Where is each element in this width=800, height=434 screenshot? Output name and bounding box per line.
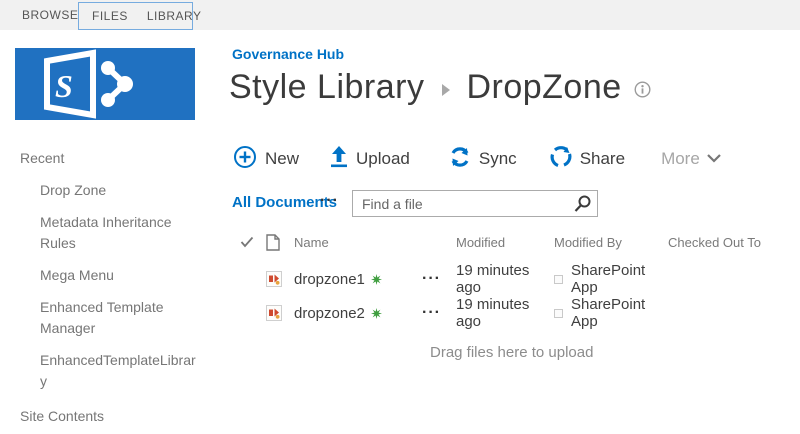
new-item-star-icon	[370, 273, 382, 285]
sync-button-label: Sync	[478, 149, 517, 168]
tab-browse[interactable]: BROWSE	[22, 0, 78, 30]
document-toolbar: New Upload Sync Share More	[233, 145, 721, 174]
modified-by-label: SharePoint App	[571, 296, 646, 330]
search-icon[interactable]	[574, 195, 591, 218]
table-header-row: Name Modified Modified By Checked Out To	[240, 230, 796, 254]
table-row: dropzone2 ··· 19 minutes ago SharePoint …	[240, 296, 796, 330]
share-circle-icon	[550, 145, 572, 173]
title-library-link[interactable]: Style Library	[229, 68, 424, 107]
sync-button[interactable]: Sync	[449, 146, 517, 173]
sidebar-item-mega-menu[interactable]: Mega Menu	[40, 265, 200, 286]
info-icon[interactable]	[634, 80, 651, 103]
upload-arrow-icon	[330, 145, 348, 173]
column-header-modified[interactable]: Modified	[456, 235, 554, 250]
webpart-file-icon	[266, 271, 294, 287]
column-header-modified-by[interactable]: Modified By	[554, 235, 668, 250]
presence-indicator-icon	[554, 274, 563, 284]
sharepoint-logo[interactable]: S	[15, 48, 195, 120]
share-button-label: Share	[579, 149, 626, 168]
recent-heading: Recent	[20, 150, 65, 166]
view-more-ellipsis[interactable]: ···	[320, 192, 339, 210]
new-button-label: New	[265, 149, 300, 168]
select-all-check-icon[interactable]	[240, 236, 266, 248]
breadcrumb-arrow-icon	[442, 83, 451, 96]
table-row: dropzone1 ··· 19 minutes ago SharePoint …	[240, 262, 796, 296]
contextual-tab-group: FILES LIBRARY	[78, 2, 201, 30]
documents-list: Name Modified Modified By Checked Out To…	[240, 230, 796, 361]
sharepoint-logo-icon: S	[44, 49, 133, 119]
share-button[interactable]: Share	[550, 145, 626, 173]
item-menu-ellipsis[interactable]: ···	[422, 304, 456, 322]
more-button-label: More	[661, 149, 700, 168]
title-current-folder: DropZone	[466, 68, 622, 106]
view-filter-row: All Documents ···	[232, 190, 792, 218]
sync-refresh-icon	[449, 146, 471, 173]
file-link-dropzone1[interactable]: dropzone1	[294, 271, 422, 288]
modified-by-label: SharePoint App	[571, 262, 646, 296]
find-a-file-searchbox	[352, 190, 598, 217]
svg-text:S: S	[55, 68, 73, 104]
file-name-label: dropzone2	[294, 304, 365, 322]
webpart-file-icon	[266, 305, 294, 321]
tab-files[interactable]: FILES	[92, 3, 128, 29]
plus-circle-icon	[233, 145, 257, 174]
file-name-label: dropzone1	[294, 270, 365, 288]
modified-by-user[interactable]: SharePoint App	[554, 262, 668, 296]
tab-library[interactable]: LIBRARY	[147, 3, 202, 29]
sidebar-item-enhancedtemplatelibrary[interactable]: EnhancedTemplateLibrary	[40, 350, 200, 392]
quick-launch-nav: Recent Drop Zone Metadata Inheritance Ru…	[20, 150, 205, 424]
item-menu-ellipsis[interactable]: ···	[422, 270, 456, 288]
drag-files-hint: Drag files here to upload	[430, 344, 594, 361]
page-title: Style Library DropZone	[229, 68, 651, 107]
file-type-column-icon[interactable]	[266, 233, 294, 251]
sidebar-item-enhanced-template-manager[interactable]: Enhanced Template Manager	[40, 297, 200, 339]
upload-button[interactable]: Upload	[330, 145, 410, 173]
modified-value: 19 minutes ago	[456, 296, 530, 330]
sharepoint-library-page: BROWSE FILES LIBRARY S Recent Drop Zone …	[0, 0, 800, 434]
modified-by-user[interactable]: SharePoint App	[554, 296, 668, 330]
modified-value: 19 minutes ago	[456, 262, 530, 296]
column-header-name[interactable]: Name	[294, 235, 422, 250]
presence-indicator-icon	[554, 308, 563, 318]
upload-button-label: Upload	[356, 149, 410, 168]
chevron-down-icon	[707, 150, 721, 168]
ribbon-bar: BROWSE FILES LIBRARY	[0, 0, 800, 30]
sidebar-item-site-contents[interactable]: Site Contents	[20, 408, 205, 424]
more-menu-button[interactable]: More	[661, 149, 721, 169]
search-input[interactable]	[353, 191, 567, 216]
sidebar-item-metadata-inheritance-rules[interactable]: Metadata Inheritance Rules	[40, 212, 200, 254]
new-item-star-icon	[370, 307, 382, 319]
file-link-dropzone2[interactable]: dropzone2	[294, 305, 422, 322]
sidebar-item-drop-zone[interactable]: Drop Zone	[40, 180, 200, 201]
column-header-checked-out-to[interactable]: Checked Out To	[668, 235, 796, 250]
new-button[interactable]: New	[233, 145, 299, 174]
breadcrumb-site-link[interactable]: Governance Hub	[232, 46, 344, 62]
